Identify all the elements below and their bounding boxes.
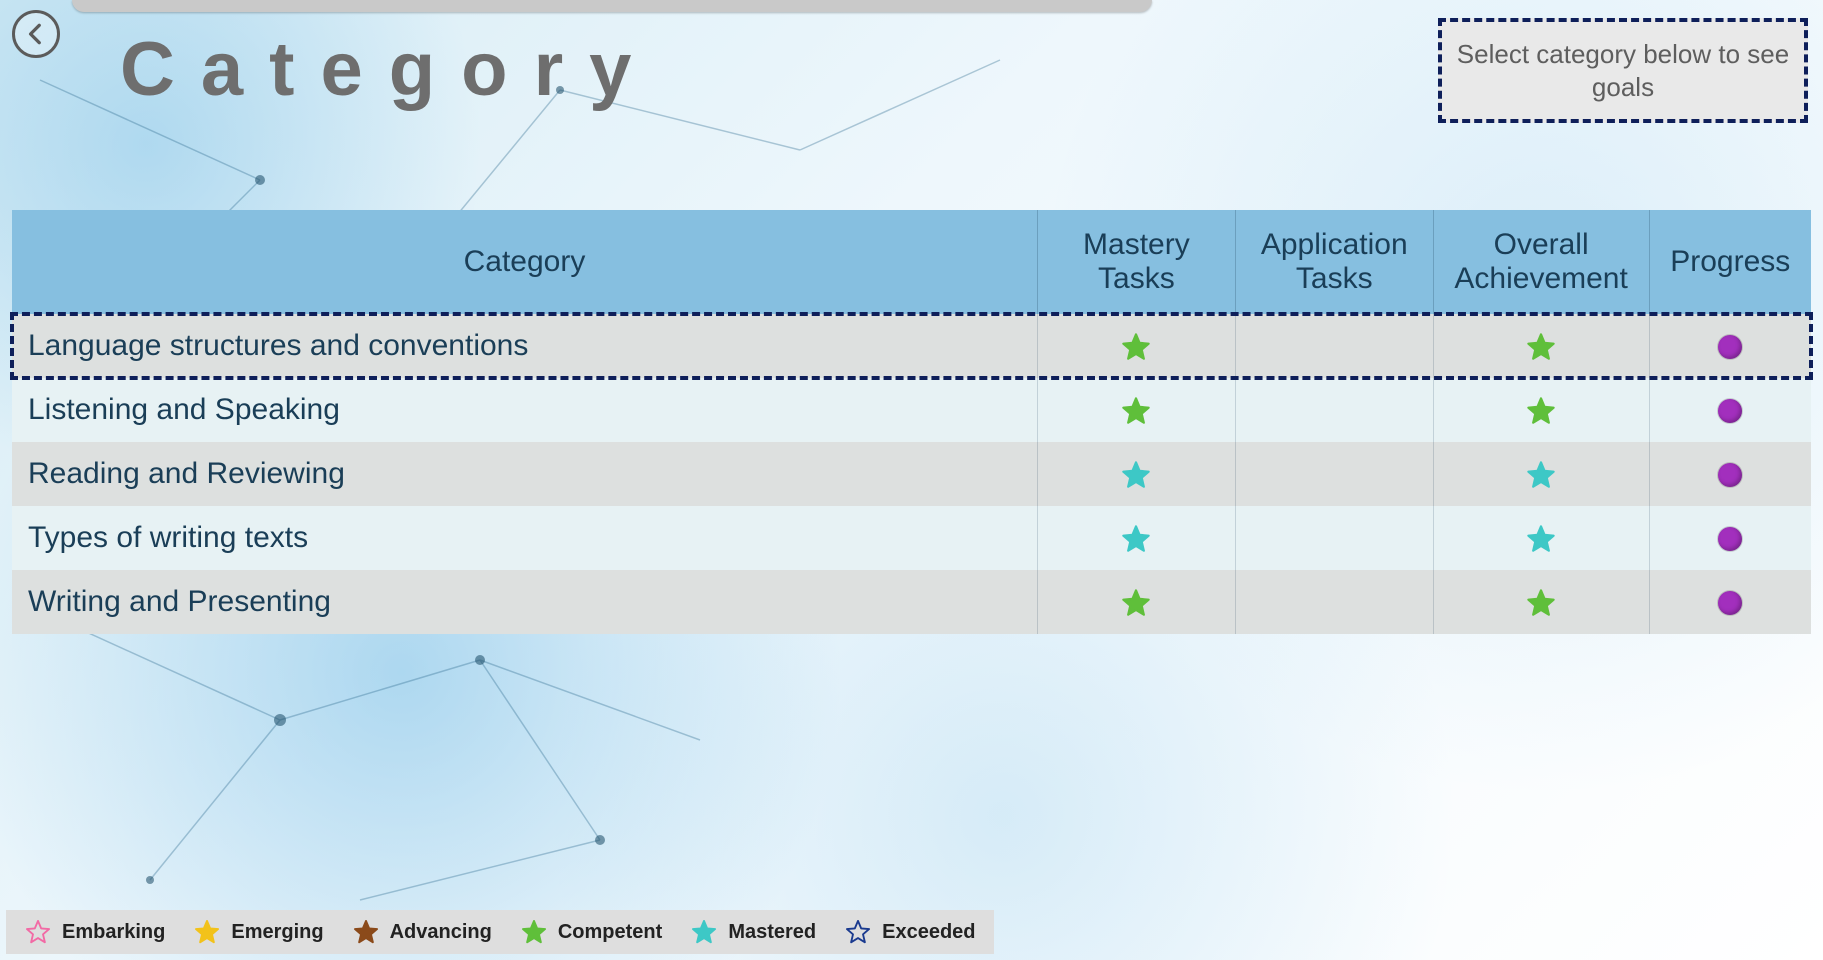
- star-icon: [1525, 395, 1557, 427]
- application-cell: [1235, 506, 1433, 570]
- star-icon: [1525, 523, 1557, 555]
- page-title: Category: [120, 26, 657, 113]
- star-icon: [1525, 459, 1557, 491]
- progress-dot-icon: [1718, 591, 1742, 615]
- legend-item-mastered: Mastered: [690, 918, 816, 946]
- application-cell: [1235, 378, 1433, 442]
- col-header-category: Category: [12, 210, 1037, 314]
- category-name-cell: Writing and Presenting: [12, 570, 1037, 634]
- star-icon: [520, 918, 548, 946]
- progress-dot-icon: [1718, 527, 1742, 551]
- top-tab-decorator: [72, 0, 1152, 12]
- progress-dot-icon: [1718, 463, 1742, 487]
- category-table: Category Mastery Tasks Application Tasks…: [12, 210, 1811, 634]
- star-icon: [1120, 459, 1152, 491]
- legend-bar: Embarking Emerging Advancing Competent M…: [6, 910, 994, 954]
- legend-item-exceeded: Exceeded: [844, 918, 975, 946]
- application-cell: [1235, 314, 1433, 378]
- category-name-cell: Reading and Reviewing: [12, 442, 1037, 506]
- overall-cell: [1433, 570, 1649, 634]
- col-header-overall: Overall Achievement: [1433, 210, 1649, 314]
- overall-cell: [1433, 314, 1649, 378]
- progress-cell[interactable]: [1649, 442, 1811, 506]
- application-cell: [1235, 442, 1433, 506]
- star-icon: [193, 918, 221, 946]
- legend-item-advancing: Advancing: [352, 918, 492, 946]
- star-icon: [1525, 587, 1557, 619]
- star-icon: [1525, 331, 1557, 363]
- category-name-cell: Types of writing texts: [12, 506, 1037, 570]
- mastery-cell: [1037, 378, 1235, 442]
- star-icon: [24, 918, 52, 946]
- star-icon: [1120, 587, 1152, 619]
- legend-label: Mastered: [728, 921, 816, 944]
- select-category-hint: Select category below to see goals: [1438, 18, 1808, 123]
- legend-item-emerging: Emerging: [193, 918, 323, 946]
- progress-cell[interactable]: [1649, 570, 1811, 634]
- table-row[interactable]: Reading and Reviewing: [12, 442, 1811, 506]
- mastery-cell: [1037, 570, 1235, 634]
- star-icon: [1120, 331, 1152, 363]
- progress-cell[interactable]: [1649, 314, 1811, 378]
- col-header-progress: Progress: [1649, 210, 1811, 314]
- progress-cell[interactable]: [1649, 378, 1811, 442]
- star-icon: [690, 918, 718, 946]
- legend-label: Competent: [558, 921, 662, 944]
- overall-cell: [1433, 378, 1649, 442]
- star-icon: [844, 918, 872, 946]
- legend-label: Emerging: [231, 921, 323, 944]
- legend-label: Exceeded: [882, 921, 975, 944]
- table-row[interactable]: Types of writing texts: [12, 506, 1811, 570]
- mastery-cell: [1037, 314, 1235, 378]
- category-table-container: Category Mastery Tasks Application Tasks…: [12, 210, 1811, 634]
- table-row[interactable]: Listening and Speaking: [12, 378, 1811, 442]
- mastery-cell: [1037, 442, 1235, 506]
- star-icon: [352, 918, 380, 946]
- star-icon: [1120, 523, 1152, 555]
- table-header-row: Category Mastery Tasks Application Tasks…: [12, 210, 1811, 314]
- progress-dot-icon: [1718, 399, 1742, 423]
- col-header-mastery: Mastery Tasks: [1037, 210, 1235, 314]
- overall-cell: [1433, 442, 1649, 506]
- progress-dot-icon: [1718, 335, 1742, 359]
- category-name-cell: Language structures and conventions: [12, 314, 1037, 378]
- progress-cell[interactable]: [1649, 506, 1811, 570]
- back-button[interactable]: [12, 10, 60, 58]
- legend-label: Embarking: [62, 921, 165, 944]
- legend-item-competent: Competent: [520, 918, 662, 946]
- table-row[interactable]: Writing and Presenting: [12, 570, 1811, 634]
- table-row[interactable]: Language structures and conventions: [12, 314, 1811, 378]
- arrow-left-icon: [23, 21, 49, 47]
- legend-label: Advancing: [390, 921, 492, 944]
- application-cell: [1235, 570, 1433, 634]
- col-header-application: Application Tasks: [1235, 210, 1433, 314]
- overall-cell: [1433, 506, 1649, 570]
- mastery-cell: [1037, 506, 1235, 570]
- star-icon: [1120, 395, 1152, 427]
- category-name-cell: Listening and Speaking: [12, 378, 1037, 442]
- legend-item-embarking: Embarking: [24, 918, 165, 946]
- table-body: Language structures and conventions List…: [12, 314, 1811, 634]
